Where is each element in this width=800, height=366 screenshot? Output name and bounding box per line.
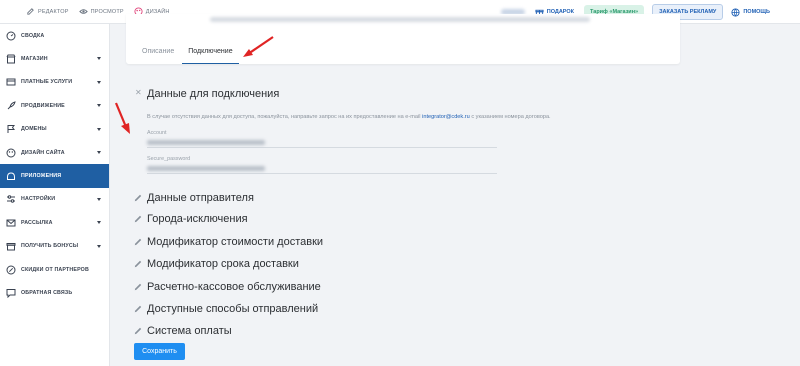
chevron-down-icon [97,57,101,61]
annotation-arrow-fields [114,102,130,134]
sidebar-item-paid-services[interactable]: Платные услуги [0,71,109,94]
section-label: Города-исключения [147,213,248,225]
integrator-email-link[interactable]: integrator@cdek.ru [422,114,470,120]
rocket-icon [7,101,16,110]
help-label: Помощь [743,9,770,15]
section-label: Данные отправителя [147,192,254,204]
sidebar-item-label: Сводка [21,32,45,39]
section-delivery-cost-modifier[interactable]: Модификатор стоимости доставки [134,236,323,248]
gift-box-icon [6,243,16,251]
chat-icon [6,288,16,298]
secure-password-value-blurred [147,166,265,171]
preview-button[interactable]: Просмотр [78,7,124,16]
chevron-down-icon [97,80,101,84]
sidebar-item-store[interactable]: Магазин [0,47,109,70]
chevron-down-icon [97,127,101,131]
chevron-down-icon [97,221,101,225]
sidebar-item-partner-discounts[interactable]: Скидки от партнеров [0,258,109,281]
editor-button[interactable]: Редактор [26,7,69,16]
tab-description[interactable]: Описание [136,44,180,64]
sidebar-item-label: Обратная связь [21,289,73,296]
connection-title: Данные для подключения [147,88,280,100]
app-description-blurred [210,17,590,22]
pencil-icon [27,8,34,15]
section-label: Система оплаты [147,325,232,337]
sidebar-item-label: Приложения [21,173,62,180]
secure-password-field[interactable] [147,164,497,174]
globe-icon [731,7,740,17]
sidebar-item-label: Магазин [21,56,48,63]
pencil-icon [134,305,142,313]
pencil-icon [134,327,142,335]
sidebar-item-label: Настройки [21,196,56,203]
sidebar-item-label: Дизайн сайта [21,149,65,156]
section-label: Модификатор стоимости доставки [147,236,324,248]
account-label: Account [147,130,167,136]
section-label: Расчетно-кассовое обслуживание [147,281,321,293]
annotation-arrow-tab [243,36,274,57]
section-excluded-cities[interactable]: Города-исключения [134,213,248,225]
section-label: Модификатор срока доставки [147,258,299,270]
section-label: Доступные способы отправлений [147,303,319,315]
save-button[interactable]: Сохранить [134,343,185,360]
chevron-down-icon [97,150,101,154]
sidebar-item-label: Рассылка [21,219,53,226]
paid-services-icon [6,78,16,86]
sidebar: Сводка Магазин Платные услуги Продвижени… [0,24,110,366]
flag-icon [7,125,15,134]
eye-icon [78,9,88,14]
sidebar-item-apps[interactable]: Приложения [0,164,109,188]
sidebar-item-bonuses[interactable]: Получить бонусы [0,235,109,258]
sidebar-item-label: Платные услуги [21,79,73,86]
sidebar-item-promotion[interactable]: Продвижение [0,94,109,117]
note-suffix: с указанием номера договора. [471,114,551,120]
note-prefix: В случае отсутствия данных для доступа, … [147,114,421,120]
editor-label: Редактор [38,8,69,15]
mail-icon [6,219,16,227]
palette-icon [6,148,16,158]
discount-icon [6,265,16,275]
sidebar-item-feedback[interactable]: Обратная связь [0,281,109,304]
store-icon [6,54,16,64]
pencil-icon [134,283,142,291]
sidebar-item-label: Продвижение [21,102,65,109]
pencil-icon [134,215,142,223]
section-sender-data[interactable]: Данные отправителя [134,192,254,204]
sidebar-item-site-design[interactable]: Дизайн сайта [0,141,109,164]
sidebar-item-summary[interactable]: Сводка [0,24,109,47]
chevron-down-icon [97,104,101,108]
pencil-icon [134,238,142,246]
close-icon[interactable]: ✕ [135,88,142,97]
section-delivery-time-modifier[interactable]: Модификатор срока доставки [134,258,299,270]
chevron-down-icon [97,197,101,201]
tab-connection[interactable]: Подключение [182,44,239,64]
sidebar-item-label: Скидки от партнеров [21,266,89,273]
dashboard-icon [6,31,16,41]
secure-password-label: Secure_password [147,156,191,162]
section-payment-system[interactable]: Система оплаты [134,325,232,337]
connection-note: В случае отсутствия данных для доступа, … [147,114,551,120]
sidebar-item-mailing[interactable]: Рассылка [0,211,109,234]
tab-bar: Описание Подключение [136,44,241,64]
apps-icon [7,172,15,181]
sidebar-item-settings[interactable]: Настройки [0,188,109,211]
settings-sliders-icon [7,195,15,204]
pencil-icon [134,260,142,268]
sidebar-item-domains[interactable]: Домены [0,118,109,141]
sidebar-item-label: Получить бонусы [21,243,79,250]
pencil-icon [134,194,142,202]
account-field[interactable] [147,138,497,148]
preview-label: Просмотр [90,8,124,15]
section-shipping-methods[interactable]: Доступные способы отправлений [134,303,318,315]
account-value-blurred [147,140,265,145]
help-link[interactable]: Помощь [731,7,770,17]
sidebar-item-label: Домены [21,126,47,133]
chevron-down-icon [97,244,101,248]
section-cash-service[interactable]: Расчетно-кассовое обслуживание [134,281,321,293]
